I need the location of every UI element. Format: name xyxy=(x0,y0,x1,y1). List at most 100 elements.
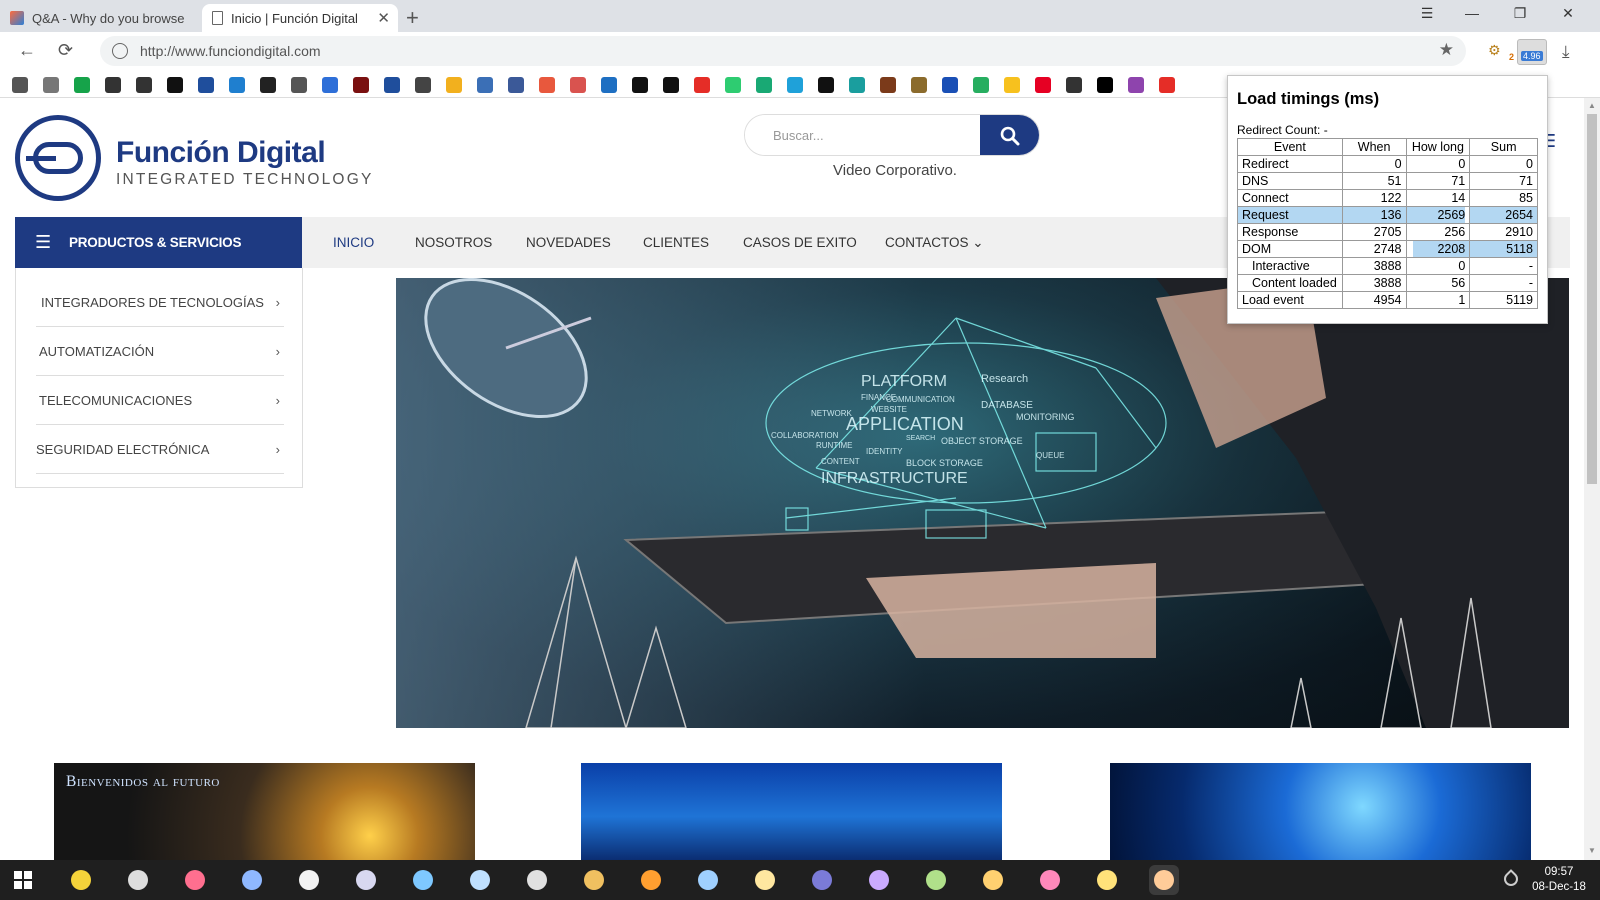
tray-clock[interactable]: 09:57 08-Dec-18 xyxy=(1524,865,1594,895)
taskbar-app-icon[interactable] xyxy=(1149,865,1179,895)
nav-novedades[interactable]: NOVEDADES xyxy=(526,235,611,250)
bookmark-icon[interactable] xyxy=(322,77,338,93)
restore-button[interactable]: ❐ xyxy=(1500,5,1540,22)
bookmark-icon[interactable] xyxy=(74,77,90,93)
bookmark-icon[interactable] xyxy=(570,77,586,93)
bookmark-icon[interactable] xyxy=(973,77,989,93)
reload-button[interactable]: ⟳ xyxy=(58,40,73,61)
url-text[interactable]: http://www.funciondigital.com xyxy=(140,43,321,59)
load-timer-extension-icon[interactable]: 4.96 xyxy=(1517,39,1547,65)
bookmark-icon[interactable] xyxy=(880,77,896,93)
bookmark-icon[interactable] xyxy=(229,77,245,93)
bookmark-icon[interactable] xyxy=(911,77,927,93)
taskbar-app-icon[interactable] xyxy=(1035,865,1065,895)
back-button[interactable]: ← xyxy=(18,40,36,61)
taskbar-app-icon[interactable] xyxy=(750,865,780,895)
globe-banner[interactable] xyxy=(1110,763,1531,860)
bookmark-icon[interactable] xyxy=(167,77,183,93)
bookmark-icon[interactable] xyxy=(1128,77,1144,93)
taskbar-app-icon[interactable] xyxy=(693,865,723,895)
side-item-automatizacion[interactable]: AUTOMATIZACIÓN › xyxy=(36,327,284,376)
minimize-button[interactable]: — xyxy=(1452,5,1492,21)
bookmark-icon[interactable] xyxy=(1097,77,1113,93)
taskbar-app-icon[interactable] xyxy=(579,865,609,895)
pen-tray-icon[interactable] xyxy=(1501,869,1521,889)
side-item-integradores[interactable]: INTEGRADORES DE TECNOLOGÍAS › xyxy=(36,278,284,327)
bookmark-icon[interactable] xyxy=(260,77,276,93)
windows-start-icon[interactable] xyxy=(14,871,32,889)
bookmark-icon[interactable] xyxy=(601,77,617,93)
welcome-banner[interactable]: Bienvenidos al futuro xyxy=(54,763,475,860)
video-corporativo-link[interactable]: Video Corporativo. xyxy=(833,162,957,179)
bookmark-star-icon[interactable]: ★ xyxy=(1439,40,1454,60)
city-banner[interactable] xyxy=(581,763,1002,860)
search-button[interactable] xyxy=(980,115,1039,155)
nav-casos-de-exito[interactable]: CASOS DE EXITO xyxy=(743,235,857,250)
bookmark-icon[interactable] xyxy=(694,77,710,93)
taskbar-app-icon[interactable] xyxy=(66,865,96,895)
bookmark-icon[interactable] xyxy=(12,77,28,93)
taskbar-app-icon[interactable] xyxy=(465,865,495,895)
address-bar[interactable]: http://www.funciondigital.com ★ xyxy=(100,36,1466,66)
tab-funcion-digital[interactable]: Inicio | Función Digital ✕ xyxy=(202,4,398,32)
bookmark-icon[interactable] xyxy=(1035,77,1051,93)
bookmark-icon[interactable] xyxy=(756,77,772,93)
side-item-seguridad[interactable]: SEGURIDAD ELECTRÓNICA › xyxy=(36,425,284,474)
taskbar-app-icon[interactable] xyxy=(522,865,552,895)
bookmark-icon[interactable] xyxy=(136,77,152,93)
bookmark-icon[interactable] xyxy=(43,77,59,93)
bookmark-icon[interactable] xyxy=(353,77,369,93)
search-input[interactable] xyxy=(745,115,980,155)
bookmark-icon[interactable] xyxy=(508,77,524,93)
taskbar-app-icon[interactable] xyxy=(408,865,438,895)
bookmark-icon[interactable] xyxy=(477,77,493,93)
taskbar-app-icon[interactable] xyxy=(978,865,1008,895)
page-scrollbar[interactable]: ▲ ▼ xyxy=(1584,98,1600,860)
taskbar-app-icon[interactable] xyxy=(807,865,837,895)
download-icon[interactable]: ⤓ xyxy=(1562,42,1570,62)
bookmark-icon[interactable] xyxy=(198,77,214,93)
taskbar-app-icon[interactable] xyxy=(864,865,894,895)
bookmark-icon[interactable] xyxy=(1159,77,1175,93)
taskbar-app-icon[interactable] xyxy=(636,865,666,895)
bookmark-icon[interactable] xyxy=(105,77,121,93)
scroll-down-icon[interactable]: ▼ xyxy=(1588,846,1596,855)
taskbar-app-icon[interactable] xyxy=(294,865,324,895)
bookmark-icon[interactable] xyxy=(849,77,865,93)
nav-clientes[interactable]: CLIENTES xyxy=(643,235,709,250)
taskbar-app-icon[interactable] xyxy=(921,865,951,895)
site-info-icon[interactable] xyxy=(112,43,128,59)
taskbar-app-icon[interactable] xyxy=(180,865,210,895)
taskbar-app-icon[interactable] xyxy=(1092,865,1122,895)
bookmark-icon[interactable] xyxy=(818,77,834,93)
bookmark-icon[interactable] xyxy=(539,77,555,93)
bookmark-icon[interactable] xyxy=(663,77,679,93)
bookmark-icon[interactable] xyxy=(446,77,462,93)
side-item-telecomunicaciones[interactable]: TELECOMUNICACIONES › xyxy=(36,376,284,425)
bookmark-icon[interactable] xyxy=(1004,77,1020,93)
nav-nosotros[interactable]: NOSOTROS xyxy=(415,235,492,250)
nav-contactos[interactable]: CONTACTOS ⌄ xyxy=(885,235,984,251)
bookmark-icon[interactable] xyxy=(725,77,741,93)
taskbar-app-icon[interactable] xyxy=(123,865,153,895)
bookmark-icon[interactable] xyxy=(291,77,307,93)
scroll-thumb[interactable] xyxy=(1587,114,1597,484)
extension-icon[interactable]: ⚙ 2 xyxy=(1488,42,1514,62)
taskbar-app-icon[interactable] xyxy=(237,865,267,895)
new-tab-button[interactable]: + xyxy=(406,5,419,31)
logo-icon[interactable] xyxy=(15,115,101,201)
bookmark-icon[interactable] xyxy=(1066,77,1082,93)
close-window-button[interactable]: ✕ xyxy=(1548,5,1588,22)
taskbar-app-icon[interactable] xyxy=(351,865,381,895)
logo-name[interactable]: Función Digital xyxy=(116,136,326,170)
bookmark-icon[interactable] xyxy=(384,77,400,93)
scroll-up-icon[interactable]: ▲ xyxy=(1588,101,1596,110)
bookmark-icon[interactable] xyxy=(415,77,431,93)
bookmark-icon[interactable] xyxy=(632,77,648,93)
close-tab-icon[interactable]: ✕ xyxy=(377,9,390,27)
bookmark-icon[interactable] xyxy=(942,77,958,93)
nav-inicio[interactable]: INICIO xyxy=(333,235,374,250)
products-services-button[interactable]: ☰ PRODUCTOS & SERVICIOS xyxy=(15,217,302,268)
tab-qa[interactable]: Q&A - Why do you browse xyxy=(0,4,200,32)
bookmark-icon[interactable] xyxy=(787,77,803,93)
